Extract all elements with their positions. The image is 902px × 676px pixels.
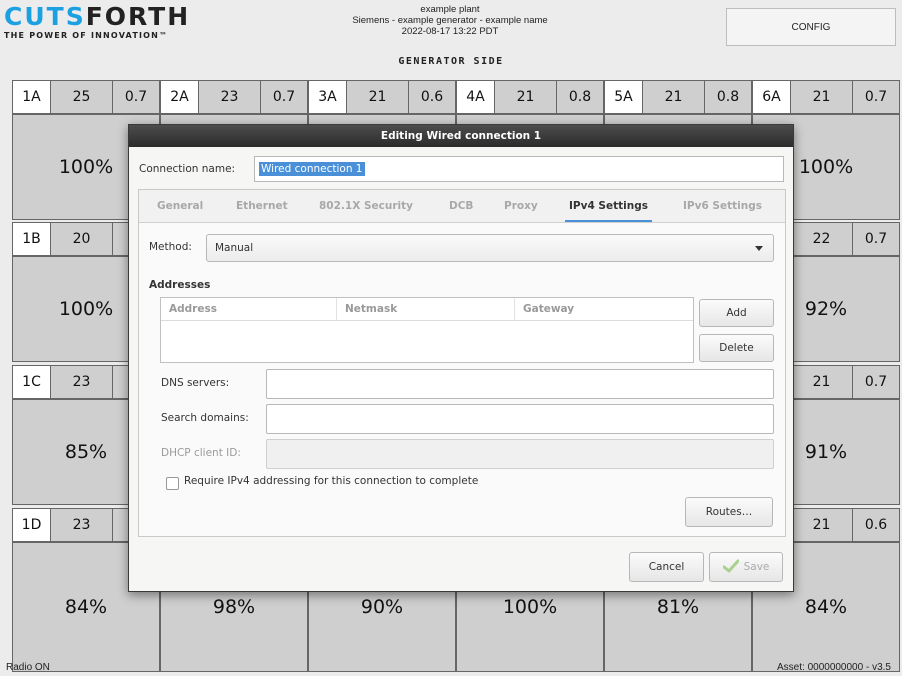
asset-version: Asset: 0000000000 - v3.5 xyxy=(777,662,891,673)
search-domains-input[interactable] xyxy=(266,404,774,434)
cell-label: 1C xyxy=(13,366,51,398)
cell-label: 1B xyxy=(13,223,51,255)
cell-value: 21 xyxy=(347,81,409,113)
connection-name-value: Wired connection 1 xyxy=(259,162,365,176)
save-button[interactable]: Save xyxy=(709,552,783,582)
cell-header-6a[interactable]: 6A 21 0.7 xyxy=(752,80,900,114)
cell-header-5a[interactable]: 5A 21 0.8 xyxy=(604,80,752,114)
cell-value: 25 xyxy=(51,81,113,113)
tab-802-1x-security[interactable]: 802.1X Security xyxy=(319,190,413,222)
cell-factor: 0.7 xyxy=(853,223,899,255)
dns-servers-input[interactable] xyxy=(266,369,774,399)
logo-word-cuts: CUTS xyxy=(4,2,86,31)
tab-ethernet[interactable]: Ethernet xyxy=(236,190,288,222)
config-button[interactable]: CONFIG xyxy=(726,8,896,46)
connection-name-label: Connection name: xyxy=(139,163,236,175)
plant-info: example plant Siemens - example generato… xyxy=(300,4,600,37)
cell-label: 2A xyxy=(161,81,199,113)
tab-ipv6-settings[interactable]: IPv6 Settings xyxy=(683,190,762,222)
require-ipv4-checkbox[interactable] xyxy=(166,477,179,490)
cell-value: 23 xyxy=(51,366,113,398)
cell-label: 1D xyxy=(13,509,51,541)
delete-button[interactable]: Delete xyxy=(699,334,774,362)
cell-label: 3A xyxy=(309,81,347,113)
cell-factor: 0.8 xyxy=(705,81,751,113)
cell-value: 21 xyxy=(495,81,557,113)
datetime: 2022-08-17 13:22 PDT xyxy=(401,26,499,37)
dns-servers-label: DNS servers: xyxy=(161,377,230,389)
generator-name: Siemens - example generator - example na… xyxy=(352,15,548,26)
require-ipv4-label[interactable]: Require IPv4 addressing for this connect… xyxy=(184,475,478,487)
cancel-button[interactable]: Cancel xyxy=(629,552,704,582)
cell-factor: 0.7 xyxy=(853,366,899,398)
radio-status: Radio ON xyxy=(6,662,50,673)
cell-value: 22 xyxy=(791,223,853,255)
save-label: Save xyxy=(743,561,770,573)
connection-name-input[interactable]: Wired connection 1 xyxy=(254,156,784,182)
cell-factor: 0.7 xyxy=(261,81,307,113)
tab-ipv4-settings[interactable]: IPv4 Settings xyxy=(565,190,652,222)
cell-header-4a[interactable]: 4A 21 0.8 xyxy=(456,80,604,114)
chevron-down-icon xyxy=(755,246,763,251)
cell-value: 20 xyxy=(51,223,113,255)
cell-factor: 0.6 xyxy=(853,509,899,541)
edit-connection-dialog: Editing Wired connection 1 Connection na… xyxy=(128,124,794,592)
dhcp-client-id-input xyxy=(266,439,774,469)
routes-button[interactable]: Routes… xyxy=(685,497,773,527)
cell-label: 5A xyxy=(605,81,643,113)
tab-dcb[interactable]: DCB xyxy=(449,190,473,222)
cell-label: 6A xyxy=(753,81,791,113)
logo-word-forth: FORTH xyxy=(85,2,191,31)
settings-tabs: General Ethernet 802.1X Security DCB Pro… xyxy=(139,190,785,223)
method-value: Manual xyxy=(215,242,254,254)
gateway-column-header[interactable]: Gateway xyxy=(515,298,693,320)
method-select[interactable]: Manual xyxy=(206,234,774,262)
cell-label: 1A xyxy=(13,81,51,113)
address-column-header[interactable]: Address xyxy=(161,298,337,320)
cell-header-2a[interactable]: 2A 23 0.7 xyxy=(160,80,308,114)
search-domains-label: Search domains: xyxy=(161,412,249,424)
addresses-title: Addresses xyxy=(149,279,211,291)
cell-value: 21 xyxy=(643,81,705,113)
cell-factor: 0.7 xyxy=(113,81,159,113)
addresses-header: Address Netmask Gateway xyxy=(161,298,693,321)
plant-name: example plant xyxy=(420,4,480,15)
cell-header-1a[interactable]: 1A 25 0.7 xyxy=(12,80,160,114)
tab-proxy[interactable]: Proxy xyxy=(504,190,538,222)
add-button[interactable]: Add xyxy=(699,299,774,327)
cell-factor: 0.7 xyxy=(853,81,899,113)
cell-value: 21 xyxy=(791,366,853,398)
netmask-column-header[interactable]: Netmask xyxy=(337,298,515,320)
cutsforth-logo: CUTSFORTH THE POWER OF INNOVATION™ xyxy=(4,2,191,41)
method-label: Method: xyxy=(149,241,192,253)
generator-side-title: GENERATOR SIDE xyxy=(398,56,504,67)
cell-value: 21 xyxy=(791,509,853,541)
dhcp-client-id-label: DHCP client ID: xyxy=(161,447,241,459)
cell-value: 21 xyxy=(791,81,853,113)
cell-factor: 0.8 xyxy=(557,81,603,113)
dialog-title[interactable]: Editing Wired connection 1 xyxy=(129,125,793,147)
cell-factor: 0.6 xyxy=(409,81,455,113)
cell-label: 4A xyxy=(457,81,495,113)
cell-header-3a[interactable]: 3A 21 0.6 xyxy=(308,80,456,114)
cell-value: 23 xyxy=(199,81,261,113)
addresses-table[interactable]: Address Netmask Gateway xyxy=(160,297,694,363)
cell-value: 23 xyxy=(51,509,113,541)
logo-tagline: THE POWER OF INNOVATION™ xyxy=(4,31,169,40)
checkmark-icon xyxy=(722,559,740,576)
tab-general[interactable]: General xyxy=(157,190,203,222)
app-header: CUTSFORTH THE POWER OF INNOVATION™ examp… xyxy=(0,0,902,52)
